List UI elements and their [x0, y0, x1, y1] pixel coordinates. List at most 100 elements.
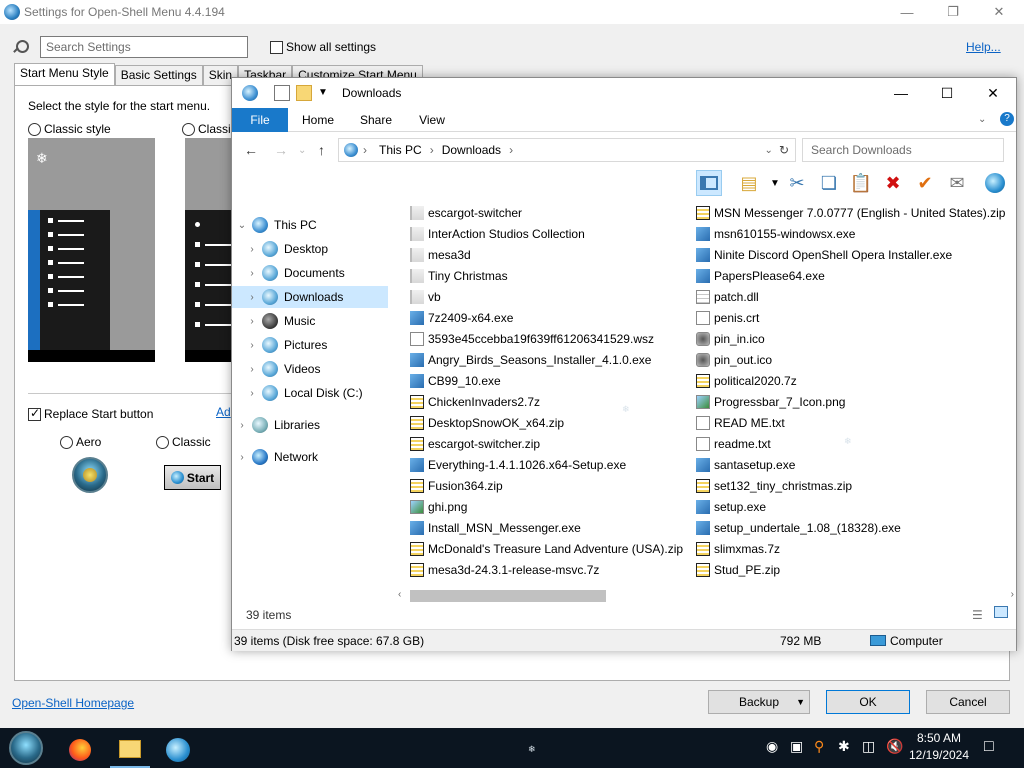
help-icon[interactable]: ? — [1000, 112, 1014, 126]
chevron-right-icon[interactable]: › — [242, 388, 262, 399]
recent-locations-icon[interactable]: ⌄ — [298, 145, 306, 156]
open-shell-homepage-link[interactable]: Open-Shell Homepage — [12, 696, 134, 710]
classic-style-preview[interactable]: ❄ — [28, 138, 155, 362]
aero-radio[interactable]: Aero — [60, 435, 101, 449]
maximize-button[interactable]: ☐ — [924, 78, 970, 108]
file-item[interactable]: patch.dll — [696, 286, 1006, 307]
additional-settings-link[interactable]: Ad — [216, 405, 231, 419]
open-shell-orb-icon[interactable] — [982, 170, 1008, 196]
file-item[interactable]: Tiny Christmas — [410, 265, 690, 286]
file-item[interactable]: setup.exe — [696, 496, 1006, 517]
classic-button-radio[interactable]: Classic — [156, 435, 211, 449]
search-downloads-input[interactable]: Search Downloads — [802, 138, 1004, 162]
file-item[interactable]: pin_in.ico — [696, 328, 1006, 349]
file-item[interactable]: setup_undertale_1.08_(18328).exe — [696, 517, 1006, 538]
nav-item-libraries[interactable]: › Libraries — [232, 414, 388, 436]
file-item[interactable]: ghi.png — [410, 496, 690, 517]
minimize-button[interactable]: — — [884, 0, 930, 24]
file-item[interactable]: msn610155-windowsx.exe — [696, 223, 1006, 244]
preview-pane-icon[interactable] — [696, 170, 722, 196]
notifications-icon[interactable]: □ — [984, 738, 994, 756]
file-item[interactable]: Progressbar_7_Icon.png — [696, 391, 1006, 412]
volume-muted-icon[interactable]: 🔇 — [886, 738, 903, 755]
customize-quick-access-icon[interactable]: ▼ — [318, 87, 334, 103]
new-folder-icon[interactable] — [296, 85, 312, 101]
file-item[interactable]: pin_out.ico — [696, 349, 1006, 370]
chevron-right-icon[interactable]: › — [242, 268, 262, 279]
file-item[interactable]: Install_MSN_Messenger.exe — [410, 517, 690, 538]
file-item[interactable]: Fusion364.zip — [410, 475, 690, 496]
nav-item-desktop[interactable]: › Desktop — [232, 238, 388, 260]
nav-item-pictures[interactable]: › Pictures — [232, 334, 388, 356]
classic-two-preview[interactable] — [185, 138, 231, 362]
file-item[interactable]: set132_tiny_christmas.zip — [696, 475, 1006, 496]
aero-orb-icon[interactable] — [72, 457, 108, 493]
nav-item-music[interactable]: › Music — [232, 310, 388, 332]
ribbon-tab-view[interactable]: View — [414, 108, 450, 132]
cut-icon[interactable]: ✂ — [784, 170, 810, 196]
up-arrow-icon[interactable]: ↑ — [318, 142, 325, 158]
ribbon-tab-file[interactable]: File — [232, 108, 288, 132]
cancel-button[interactable]: Cancel — [926, 690, 1010, 714]
file-explorer-taskbar-button[interactable] — [110, 732, 150, 768]
file-item[interactable]: mesa3d-24.3.1-release-msvc.7z — [410, 559, 690, 580]
search-tray-icon[interactable]: ⚲ — [814, 738, 824, 755]
radio-circle[interactable] — [60, 435, 73, 449]
help-link[interactable]: Help... — [966, 40, 1001, 54]
nav-item-local-disk[interactable]: › Local Disk (C:) — [232, 382, 388, 404]
file-item[interactable]: DesktopSnowOK_x64.zip — [410, 412, 690, 433]
email-icon[interactable]: ✉ — [944, 170, 970, 196]
file-item[interactable]: penis.crt — [696, 307, 1006, 328]
tab-basic-settings[interactable]: Basic Settings — [114, 65, 203, 85]
properties-icon[interactable] — [274, 85, 290, 101]
file-item[interactable]: InterAction Studios Collection — [410, 223, 690, 244]
file-item[interactable]: mesa3d — [410, 244, 690, 265]
file-item[interactable]: Angry_Birds_Seasons_Installer_4.1.0.exe — [410, 349, 690, 370]
file-item[interactable]: vb — [410, 286, 690, 307]
radio-circle[interactable] — [156, 435, 169, 449]
chevron-right-icon[interactable]: › — [242, 292, 262, 303]
breadcrumb-downloads[interactable]: Downloads — [442, 143, 501, 157]
file-item[interactable]: 3593e45ccebba19f639ff61206341529.wsz — [410, 328, 690, 349]
file-item[interactable]: escargot-switcher — [410, 202, 690, 223]
file-item[interactable]: political2020.7z — [696, 370, 1006, 391]
forward-arrow-icon[interactable]: → — [274, 142, 288, 158]
radio-circle[interactable] — [182, 122, 195, 136]
scroll-left-icon[interactable]: ‹ — [398, 589, 401, 600]
scrollbar-thumb[interactable] — [410, 590, 606, 602]
maximize-button[interactable]: ❐ — [930, 0, 976, 24]
close-button[interactable]: ✕ — [970, 78, 1016, 108]
address-bar[interactable]: › This PC › Downloads › ⌄ ↻ — [338, 138, 796, 162]
nav-item-videos[interactable]: › Videos — [232, 358, 388, 380]
chevron-down-icon[interactable]: ⌄ — [232, 220, 252, 231]
address-dropdown-icon[interactable]: ⌄ — [765, 145, 773, 156]
file-item[interactable]: CB99_10.exe — [410, 370, 690, 391]
discord-icon[interactable]: ◉ — [766, 738, 778, 755]
breadcrumb-this-pc[interactable]: This PC — [379, 143, 422, 157]
file-item[interactable]: santasetup.exe — [696, 454, 1006, 475]
ribbon-tab-home[interactable]: Home — [298, 108, 338, 132]
chevron-right-icon[interactable]: › — [242, 316, 262, 327]
back-arrow-icon[interactable]: ← — [244, 142, 258, 158]
network-tray-icon[interactable]: ▣ — [790, 738, 803, 755]
file-item[interactable]: 7z2409-x64.exe — [410, 307, 690, 328]
ok-button[interactable]: OK — [826, 690, 910, 714]
details-view-icon[interactable]: ☰ — [972, 608, 983, 622]
scroll-right-icon[interactable]: › — [1011, 589, 1014, 600]
chevron-right-icon[interactable]: › — [430, 143, 434, 157]
taskbar-clock[interactable]: 8:50 AM 12/19/2024 — [906, 730, 972, 764]
close-button[interactable]: ✕ — [976, 0, 1022, 24]
horizontal-scrollbar[interactable]: ‹ › — [398, 588, 1016, 604]
file-item[interactable]: READ ME.txt — [696, 412, 1006, 433]
chevron-right-icon[interactable]: › — [242, 340, 262, 351]
folder-options-icon[interactable]: ▤ — [736, 170, 762, 196]
start-button[interactable] — [6, 730, 46, 766]
file-item[interactable]: McDonald's Treasure Land Adventure (USA)… — [410, 538, 690, 559]
file-item[interactable]: escargot-switcher.zip — [410, 433, 690, 454]
chevron-right-icon[interactable]: › — [242, 244, 262, 255]
ribbon-tab-share[interactable]: Share — [354, 108, 398, 132]
minimize-button[interactable]: — — [878, 78, 924, 108]
chevron-right-icon[interactable]: › — [232, 452, 252, 463]
file-item[interactable]: Stud_PE.zip — [696, 559, 1006, 580]
classic-two-column-radio[interactable]: Classic — [182, 122, 237, 136]
